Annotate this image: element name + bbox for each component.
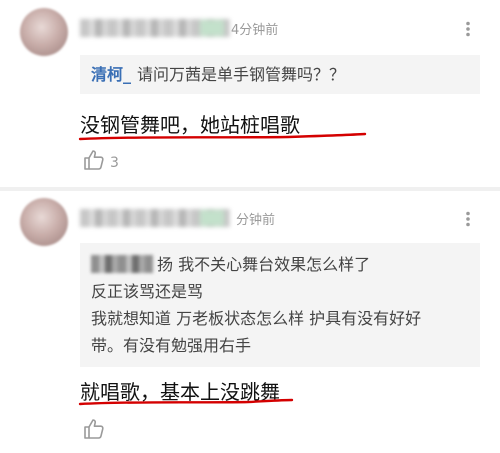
comment-time: 分钟前 (236, 213, 276, 228)
quoted-text-line: 带。有没有勉强用右手 (91, 336, 252, 355)
quoted-username-suffix[interactable]: 扬 (157, 255, 173, 274)
avatar[interactable] (20, 198, 68, 246)
quoted-text-line: 反正该骂还是骂 (91, 282, 204, 301)
more-options-icon[interactable] (460, 211, 476, 227)
like-button[interactable]: 3 (82, 148, 119, 172)
username-blurred[interactable] (80, 19, 230, 37)
comment-2: 分钟前 扬 我不关心舞台效果怎么样了 反正该骂还是骂 我就想知道 万老板状态怎么… (0, 192, 500, 453)
like-button[interactable] (82, 417, 110, 441)
quoted-text-line: 我就想知道 万老板状态怎么样 护具有没有好好 (91, 309, 422, 328)
avatar[interactable] (20, 8, 68, 56)
more-options-icon[interactable] (460, 21, 476, 37)
quoted-comment[interactable]: 清柯_ 请问万茜是单手钢管舞吗？？ (80, 55, 480, 94)
username-blurred[interactable] (80, 209, 230, 227)
thumbs-up-icon (84, 150, 104, 170)
red-underline-annotation (78, 132, 367, 141)
comment-1: 4分钟前 清柯_ 请问万茜是单手钢管舞吗？？ 没钢管舞吧，她站桩唱歌 3 (0, 0, 500, 182)
comment-time: 4分钟前 (231, 23, 279, 38)
red-underline-annotation (78, 398, 294, 406)
quoted-username-blurred[interactable] (91, 255, 153, 273)
thumbs-up-icon (84, 419, 104, 439)
quoted-text: 请问万茜是单手钢管舞吗？？ (137, 65, 346, 84)
quoted-text-line: 我不关心舞台效果怎么样了 (178, 255, 371, 274)
quoted-username[interactable]: 清柯_ (91, 65, 131, 84)
quoted-comment[interactable]: 扬 我不关心舞台效果怎么样了 反正该骂还是骂 我就想知道 万老板状态怎么样 护具… (80, 243, 480, 367)
like-count: 3 (110, 155, 119, 171)
comment-divider (0, 187, 500, 191)
